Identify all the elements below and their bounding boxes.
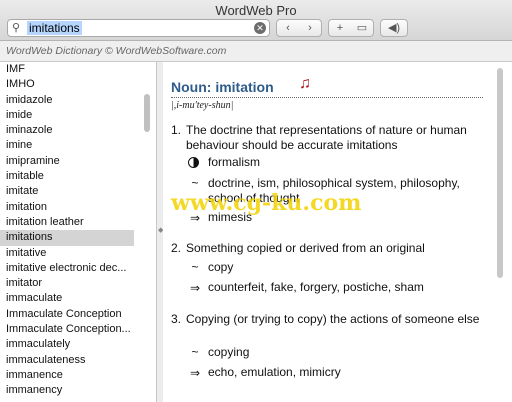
search-input[interactable]: imitations [27, 21, 82, 35]
window-title: WordWeb Pro [215, 3, 297, 18]
similar-icon: ~ [191, 345, 199, 359]
word-list-item[interactable]: IMF [0, 62, 134, 77]
similar-icon: ~ [191, 176, 199, 190]
sense-definition: The doctrine that representations of nat… [186, 123, 467, 152]
derived-words[interactable]: echo, emulation, mimicry [208, 365, 493, 380]
clear-search-icon[interactable]: ✕ [254, 22, 266, 34]
credit-bar: WordWeb Dictionary © WordWebSoftware.com [0, 41, 512, 62]
word-list-item[interactable]: Immaculate Conception [0, 307, 134, 322]
watermark-text: www.cg-ku.com [171, 190, 362, 216]
forward-button[interactable]: › [299, 20, 321, 36]
sense-number: 1. [171, 123, 182, 137]
derived-words[interactable]: counterfeit, fake, forgery, postiche, sh… [208, 280, 493, 295]
speaker-icon: ◀) [387, 22, 401, 34]
word-list-item[interactable]: imide [0, 108, 134, 123]
similar-words[interactable]: copying [208, 345, 493, 360]
sense-number: 2. [171, 241, 182, 255]
word-list-item[interactable]: imine [0, 138, 134, 153]
speaker-button[interactable]: ◀) [380, 19, 408, 37]
category-link[interactable]: formalism [208, 155, 493, 170]
book-icon[interactable]: ▭ [351, 20, 373, 36]
word-list-item[interactable]: immanency [0, 383, 134, 398]
similar-icon: ~ [191, 260, 199, 274]
sense-definition: Something copied or derived from an orig… [186, 241, 425, 255]
definition-scrollbar[interactable] [497, 68, 503, 278]
search-field[interactable]: ⚲ imitations ✕ [7, 19, 270, 37]
word-list-item[interactable]: imitator [0, 276, 134, 291]
word-list-item[interactable]: imitation [0, 200, 134, 215]
audio-note-icon[interactable]: ♫ [299, 75, 311, 93]
word-list-item[interactable]: IMHO [0, 77, 134, 92]
word-list[interactable]: IMF IMHO imidazole imide iminazole imine imipr… [0, 62, 157, 402]
word-list-item[interactable]: imitable [0, 169, 134, 184]
sense-definition: Copying (or trying to copy) the actions … [186, 312, 480, 326]
word-list-item[interactable]: imitative electronic dec... [0, 261, 134, 276]
back-button[interactable]: ‹ [277, 20, 299, 36]
word-list-item[interactable]: immaculateness [0, 353, 134, 368]
title-bar: WordWeb Pro ⚲ imitations ✕ ‹ › + ▭ ◀) [0, 0, 512, 41]
word-list-item[interactable]: imitative [0, 246, 134, 261]
word-list-item[interactable]: imitate [0, 184, 134, 199]
search-icon: ⚲ [12, 22, 21, 34]
list-button-group: + ▭ [328, 19, 374, 37]
word-list-item[interactable]: immaculate [0, 291, 134, 306]
copyright-text: WordWeb Dictionary © WordWebSoftware.com [6, 45, 227, 57]
similar-words[interactable]: copy [208, 260, 493, 275]
word-list-item[interactable]: iminazole [0, 123, 134, 138]
pos-heading: Noun: imitation [171, 79, 274, 95]
nav-button-group: ‹ › [276, 19, 322, 37]
pos-heading-row: Noun: imitation ♫ [171, 75, 483, 98]
sense-number: 3. [171, 312, 182, 326]
app-window: WordWeb Pro ⚲ imitations ✕ ‹ › + ▭ ◀) Word… [0, 0, 512, 402]
derived-icon: ⇒ [189, 281, 201, 295]
word-list-item[interactable]: imidazole [0, 93, 134, 108]
definition-pane: Noun: imitation ♫ |,i-mu'tey-shun| 1. Th… [163, 62, 512, 402]
word-list-item[interactable]: immanence [0, 368, 134, 383]
word-list-item[interactable]: Immaculate Conception... [0, 322, 134, 337]
word-list-scrollbar[interactable] [144, 94, 150, 132]
word-list-item[interactable]: imitation leather [0, 215, 134, 230]
category-icon [188, 157, 199, 168]
pronunciation: |,i-mu'tey-shun| [171, 100, 234, 111]
word-list-item[interactable]: imipramine [0, 154, 134, 169]
word-list-item[interactable]: imitations [0, 230, 134, 246]
derived-icon: ⇒ [189, 366, 201, 380]
word-list-item[interactable]: immaculately [0, 337, 134, 352]
add-button[interactable]: + [329, 20, 351, 36]
